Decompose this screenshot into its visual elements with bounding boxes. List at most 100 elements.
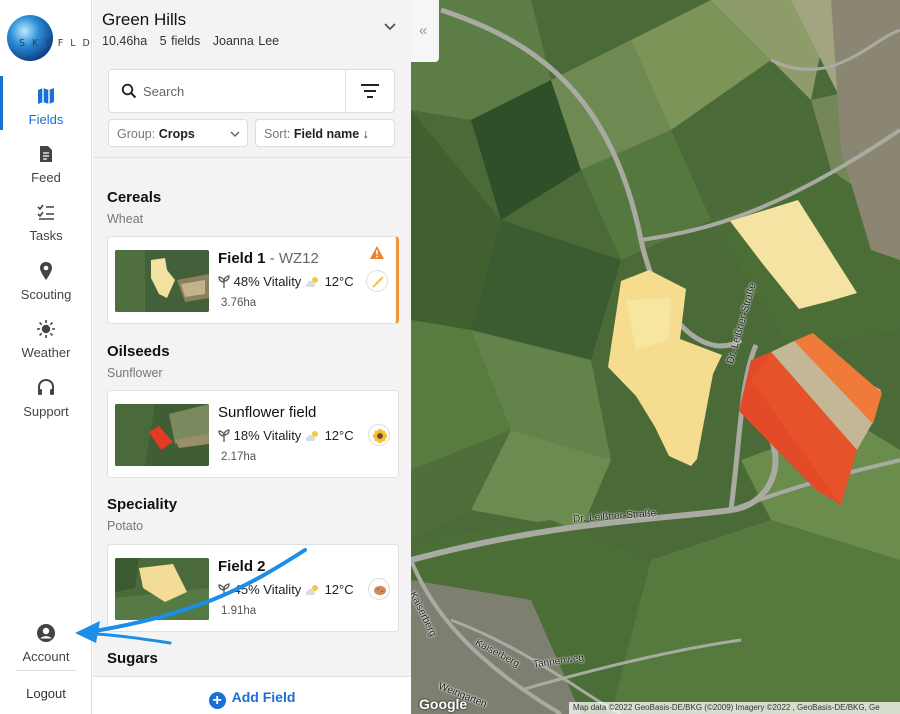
feed-icon	[40, 146, 52, 162]
logout-button[interactable]: Logout	[0, 686, 92, 701]
vitality-value: 48% Vitality	[233, 274, 302, 289]
field-name: Sunflower field	[218, 404, 316, 421]
sunflower-icon	[368, 424, 390, 446]
search-input[interactable]	[143, 80, 343, 102]
crop-code: - WZ12	[269, 250, 319, 267]
field-name: Field 1 - WZ12	[218, 250, 319, 267]
account-icon	[37, 624, 55, 642]
field-area: 1.91ha	[221, 605, 257, 617]
group-dropdown-value: Crops	[158, 127, 195, 141]
google-watermark: Google	[419, 696, 468, 712]
sort-dropdown-value: Field name	[293, 127, 360, 141]
farm-area: 10.46ha	[102, 34, 148, 48]
group-oilseeds: Oilseeds Sunflower	[107, 343, 170, 380]
nav-item-support[interactable]: Support	[0, 378, 92, 434]
temperature-value: 12°C	[324, 582, 354, 597]
chevron-down-icon[interactable]	[383, 20, 397, 34]
sun-icon	[37, 320, 55, 338]
nav-label-feed: Feed	[31, 170, 61, 185]
add-field-label: Add Field	[231, 689, 296, 705]
sort-dropdown-key: Sort:	[264, 127, 291, 141]
satellite-map	[411, 0, 900, 714]
logo: SKYFLD	[7, 12, 90, 62]
group-title: Sugars	[107, 650, 158, 667]
temperature-value: 12°C	[324, 274, 354, 289]
group-speciality: Speciality Potato	[107, 496, 177, 533]
group-cereals: Cereals Wheat	[107, 189, 161, 226]
tasks-icon	[37, 204, 54, 220]
map-icon	[38, 88, 54, 104]
field-name-text: Field 2	[218, 558, 266, 575]
collapse-panel-button[interactable]: «	[411, 0, 439, 62]
group-title: Cereals	[107, 189, 162, 206]
group-title: Oilseeds	[107, 343, 170, 360]
partly-cloudy-icon	[305, 431, 318, 441]
field-stats: 48% Vitality 12°C	[218, 274, 354, 289]
farm-meta: 10.46ha 5 fields Joanna Lee	[102, 34, 287, 48]
map-view[interactable]: Dr.-Leißner-Straße Dr.-Leißner-Straße Ka…	[411, 0, 900, 714]
warning-icon[interactable]	[370, 246, 384, 259]
field-card-field-1[interactable]: Field 1 - WZ12 48% Vitality 12°C 3.76ha	[107, 236, 399, 324]
search-icon	[121, 83, 137, 99]
chevron-down-icon	[230, 131, 240, 138]
field-area: 2.17ha	[221, 451, 257, 463]
sort-direction-icon[interactable]: ↓	[363, 127, 369, 141]
map-attribution: Map data ©2022 GeoBasis-DE/BKG (©2009) I…	[569, 702, 900, 714]
vitality-value: 18% Vitality	[233, 428, 302, 443]
farm-field-count: 5 fields	[159, 34, 201, 48]
vitality-value: 45% Vitality	[233, 582, 302, 597]
sort-dropdown[interactable]: Sort: Field name ↓	[255, 119, 395, 147]
nav-item-feed[interactable]: Feed	[0, 144, 92, 200]
double-chevron-left-icon: «	[419, 22, 428, 39]
search-box	[108, 69, 395, 113]
group-subtitle: Wheat	[107, 212, 144, 226]
nav-label-fields: Fields	[28, 112, 64, 127]
sprout-icon	[218, 275, 230, 288]
field-name: Field 2	[218, 558, 266, 575]
potato-icon	[368, 578, 390, 600]
field-thumbnail	[115, 558, 209, 620]
wheat-icon	[366, 270, 388, 292]
nav-item-tasks[interactable]: Tasks	[0, 202, 92, 258]
sprout-icon	[218, 429, 230, 442]
filter-icon[interactable]	[360, 82, 380, 100]
nav-item-scouting[interactable]: Scouting	[0, 261, 92, 317]
group-dropdown[interactable]: Group: Crops	[108, 119, 248, 147]
add-field-button[interactable]: + Add Field	[93, 676, 411, 714]
nav-label-weather: Weather	[21, 345, 71, 360]
group-subtitle: Sunflower	[107, 366, 163, 380]
fields-panel: Green Hills 10.46ha 5 fields Joanna Lee …	[93, 0, 411, 714]
group-sugars: Sugars	[107, 650, 158, 667]
field-card-sunflower-field[interactable]: Sunflower field 18% Vitality 12°C 2.17ha	[107, 390, 399, 478]
field-name-text: Field 1	[218, 250, 266, 267]
search-divider	[345, 70, 346, 112]
partly-cloudy-icon	[305, 277, 318, 287]
nav-label-support: Support	[23, 404, 69, 419]
nav-divider	[16, 670, 76, 671]
group-subtitle: Potato	[107, 519, 144, 533]
partly-cloudy-icon	[305, 585, 318, 595]
panel-header: Green Hills 10.46ha 5 fields Joanna Lee …	[93, 0, 411, 158]
left-nav: SKYFLD Fields Feed Tasks Scouting Weathe…	[0, 0, 92, 714]
field-area: 3.76ha	[221, 297, 257, 309]
group-title: Speciality	[107, 496, 178, 513]
nav-item-fields[interactable]: Fields	[0, 76, 92, 142]
sprout-icon	[218, 583, 230, 596]
field-stats: 45% Vitality 12°C	[218, 582, 354, 597]
farm-name[interactable]: Green Hills	[102, 10, 186, 30]
field-name-text: Sunflower field	[218, 404, 317, 421]
field-stats: 18% Vitality 12°C	[218, 428, 354, 443]
farm-owner: Joanna Lee	[212, 34, 280, 48]
nav-label-scouting: Scouting	[20, 287, 72, 302]
field-card-field-2[interactable]: Field 2 45% Vitality 12°C 1.91ha	[107, 544, 399, 632]
plus-icon: +	[208, 692, 226, 709]
temperature-value: 12°C	[324, 428, 354, 443]
nav-item-weather[interactable]: Weather	[0, 319, 92, 375]
nav-label-account: Account	[22, 649, 70, 664]
group-dropdown-key: Group:	[117, 127, 156, 141]
field-thumbnail	[115, 250, 209, 312]
field-thumbnail	[115, 404, 209, 466]
headset-icon	[38, 378, 54, 395]
location-pin-icon	[40, 262, 52, 280]
nav-label-tasks: Tasks	[29, 228, 63, 243]
